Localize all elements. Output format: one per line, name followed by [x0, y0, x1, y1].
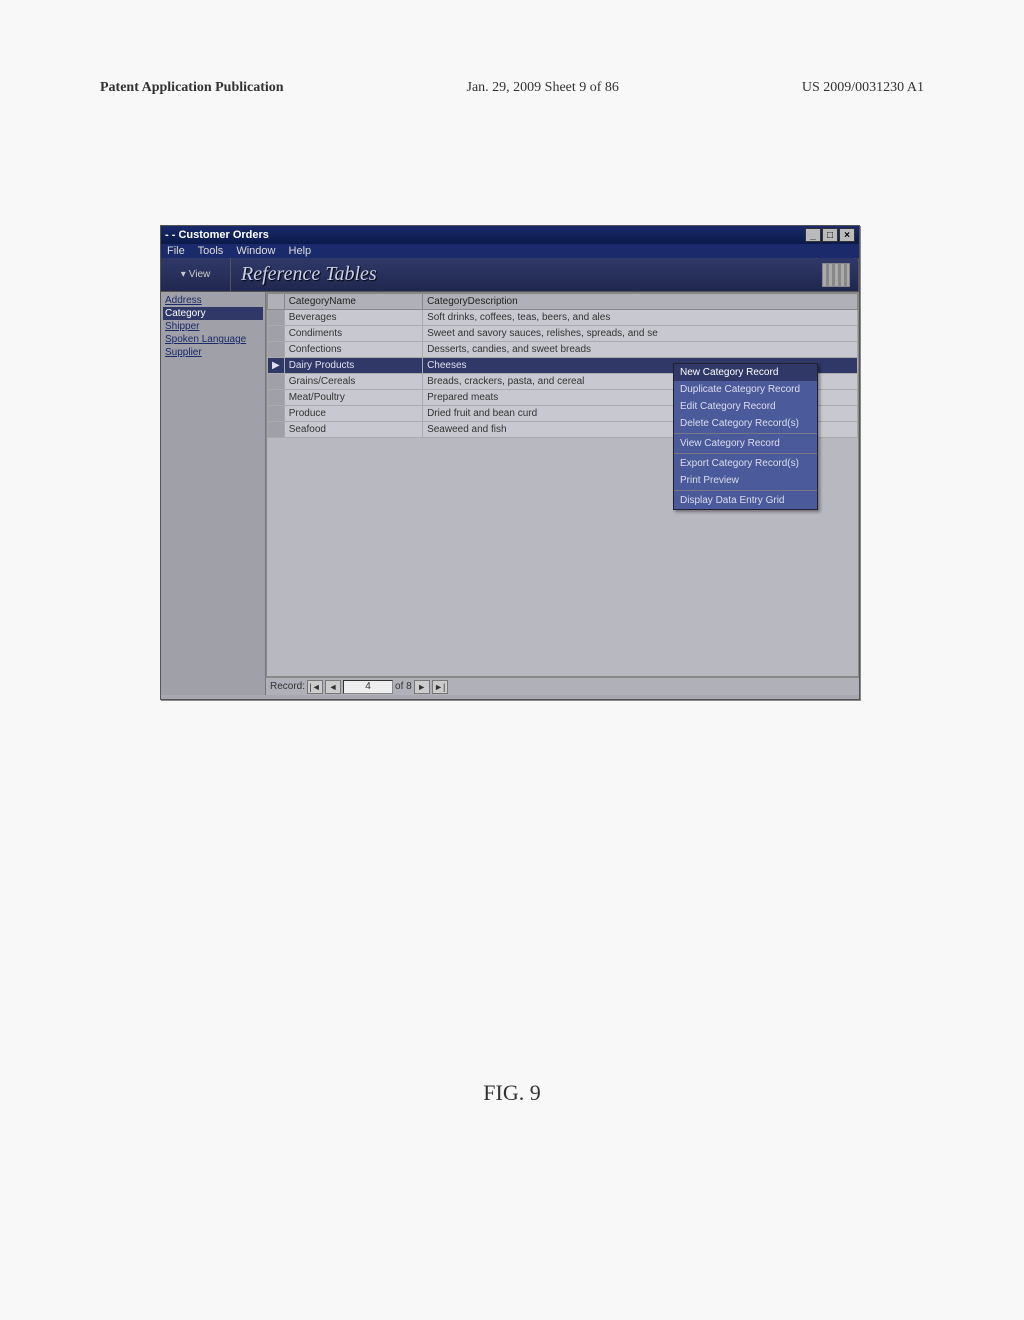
- cell-desc[interactable]: Soft drinks, coffees, teas, beers, and a…: [423, 310, 858, 326]
- sidebar-item-spoken-language[interactable]: Spoken Language: [163, 333, 263, 346]
- menu-window[interactable]: Window: [236, 245, 275, 257]
- view-icon: ▾: [181, 269, 186, 280]
- banner-title: Reference Tables: [231, 258, 819, 291]
- row-handle[interactable]: [268, 374, 285, 390]
- main-pane: CategoryName CategoryDescription Beverag…: [266, 292, 859, 695]
- nav-next-button[interactable]: ►: [414, 680, 430, 694]
- app-window: - - Customer Orders _ □ × File Tools Win…: [160, 225, 860, 700]
- view-button[interactable]: ▾ View: [161, 258, 231, 291]
- maximize-button[interactable]: □: [822, 228, 838, 242]
- patent-number: US 2009/0031230 A1: [802, 80, 924, 96]
- grid-icon: [822, 263, 850, 287]
- titlebar-controls: _ □ ×: [805, 228, 855, 242]
- menu-tools[interactable]: Tools: [198, 245, 224, 257]
- cell-name[interactable]: Beverages: [284, 310, 422, 326]
- row-handle[interactable]: [268, 390, 285, 406]
- menu-help[interactable]: Help: [289, 245, 312, 257]
- sidebar-item-address[interactable]: Address: [163, 294, 263, 307]
- table-row[interactable]: Condiments Sweet and savory sauces, reli…: [268, 326, 858, 342]
- cell-desc[interactable]: Sweet and savory sauces, relishes, sprea…: [423, 326, 858, 342]
- nav-current-field[interactable]: 4: [343, 680, 393, 694]
- cell-name[interactable]: Condiments: [284, 326, 422, 342]
- cell-name[interactable]: Confections: [284, 342, 422, 358]
- row-handle[interactable]: [268, 310, 285, 326]
- cell-desc[interactable]: Desserts, candies, and sweet breads: [423, 342, 858, 358]
- menu-separator: [674, 490, 817, 491]
- menu-edit-record[interactable]: Edit Category Record: [674, 398, 817, 415]
- col-category-desc[interactable]: CategoryDescription: [423, 294, 858, 310]
- menu-print-preview[interactable]: Print Preview: [674, 472, 817, 489]
- menu-export-record[interactable]: Export Category Record(s): [674, 455, 817, 472]
- record-navigator: Record: |◄ ◄ 4 of 8 ► ►|: [266, 677, 859, 695]
- window-title: - - Customer Orders: [165, 226, 269, 244]
- minimize-button[interactable]: _: [805, 228, 821, 242]
- close-button[interactable]: ×: [839, 228, 855, 242]
- menu-separator: [674, 453, 817, 454]
- row-handle[interactable]: [268, 342, 285, 358]
- menu-view-record[interactable]: View Category Record: [674, 435, 817, 452]
- menu-file[interactable]: File: [167, 245, 185, 257]
- toolbar: ▾ View Reference Tables: [161, 258, 859, 292]
- figure-label: FIG. 9: [0, 1080, 1024, 1106]
- row-handle[interactable]: [268, 406, 285, 422]
- grid-icon-button[interactable]: [819, 258, 859, 291]
- data-grid[interactable]: CategoryName CategoryDescription Beverag…: [266, 292, 859, 677]
- cell-name[interactable]: Seafood: [284, 422, 422, 438]
- menu-delete-record[interactable]: Delete Category Record(s): [674, 415, 817, 432]
- sidebar-item-supplier[interactable]: Supplier: [163, 346, 263, 359]
- menubar: File Tools Window Help: [161, 244, 859, 258]
- nav-first-button[interactable]: |◄: [307, 680, 323, 694]
- sheet-label: Jan. 29, 2009 Sheet 9 of 86: [467, 80, 619, 96]
- nav-last-button[interactable]: ►|: [432, 680, 448, 694]
- nav-of-label: of 8: [395, 681, 412, 692]
- sidebar-item-category[interactable]: Category: [163, 307, 263, 320]
- titlebar[interactable]: - - Customer Orders _ □ ×: [161, 226, 859, 244]
- menu-duplicate-record[interactable]: Duplicate Category Record: [674, 381, 817, 398]
- row-handle-header: [268, 294, 285, 310]
- menu-display-grid[interactable]: Display Data Entry Grid: [674, 492, 817, 509]
- row-handle[interactable]: [268, 422, 285, 438]
- content-area: Address Category Shipper Spoken Language…: [161, 292, 859, 695]
- page-header: Patent Application Publication Jan. 29, …: [100, 80, 924, 96]
- sidebar: Address Category Shipper Spoken Language…: [161, 292, 266, 695]
- nav-prev-button[interactable]: ◄: [325, 680, 341, 694]
- table-row[interactable]: Confections Desserts, candies, and sweet…: [268, 342, 858, 358]
- sidebar-item-shipper[interactable]: Shipper: [163, 320, 263, 333]
- row-handle[interactable]: [268, 326, 285, 342]
- cell-name[interactable]: Dairy Products: [284, 358, 422, 374]
- col-category-name[interactable]: CategoryName: [284, 294, 422, 310]
- context-menu: New Category Record Duplicate Category R…: [673, 363, 818, 510]
- record-label: Record:: [270, 681, 305, 692]
- cell-name[interactable]: Meat/Poultry: [284, 390, 422, 406]
- cell-name[interactable]: Produce: [284, 406, 422, 422]
- menu-new-record[interactable]: New Category Record: [674, 364, 817, 381]
- view-label: View: [189, 269, 211, 280]
- cell-name[interactable]: Grains/Cereals: [284, 374, 422, 390]
- table-row[interactable]: Beverages Soft drinks, coffees, teas, be…: [268, 310, 858, 326]
- menu-separator: [674, 433, 817, 434]
- pub-label: Patent Application Publication: [100, 80, 284, 96]
- row-handle[interactable]: ▶: [268, 358, 285, 374]
